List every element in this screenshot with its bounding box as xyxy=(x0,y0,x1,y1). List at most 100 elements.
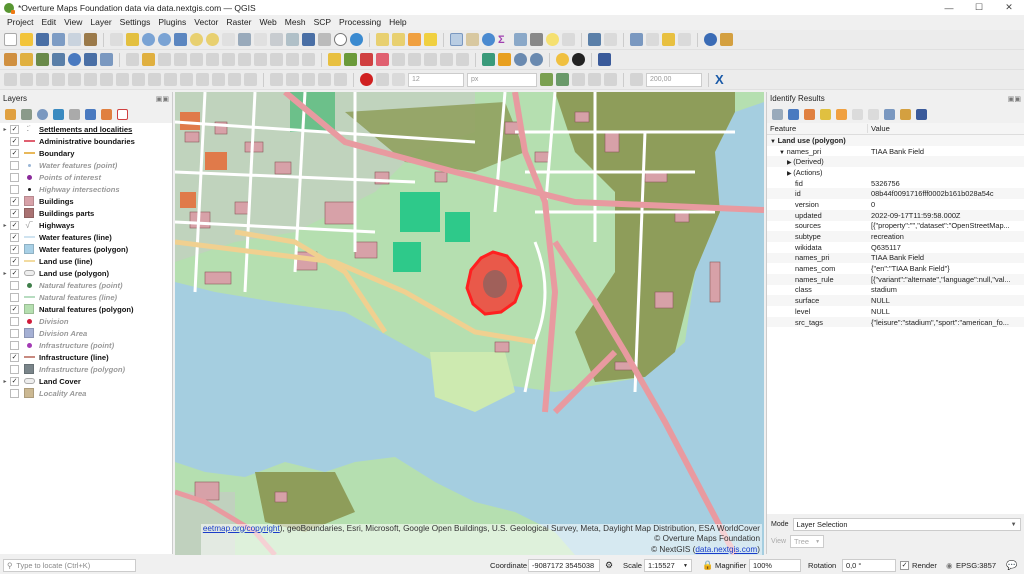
add-group-icon[interactable] xyxy=(21,108,32,120)
merge-attributes-icon[interactable] xyxy=(180,73,193,86)
collapse-all-icon[interactable] xyxy=(101,108,112,120)
locator-search-input[interactable]: ⚲ Type to locate (Ctrl+K) xyxy=(3,559,136,572)
attribute-row[interactable]: level NULL xyxy=(767,306,1024,317)
python-console-icon[interactable] xyxy=(556,53,569,66)
globe-icon[interactable] xyxy=(572,53,585,66)
diagram-tool-icon[interactable] xyxy=(424,53,437,66)
attribute-row[interactable]: names_rule [{"variant":"alternate","langu… xyxy=(767,273,1024,285)
show-labels-icon[interactable] xyxy=(360,53,373,66)
new-spatialite-icon[interactable] xyxy=(52,53,65,66)
snapping-tolerance-input[interactable]: 12 xyxy=(408,72,464,87)
attribute-row[interactable]: names_pri TIAA Bank Field xyxy=(767,252,1024,264)
identify-layer-row[interactable]: ▼ Land use (polygon) xyxy=(767,135,1024,146)
layer-visibility-checkbox[interactable] xyxy=(10,280,19,290)
remove-layer-icon[interactable] xyxy=(117,108,128,120)
menu-settings[interactable]: Settings xyxy=(116,17,155,27)
scp-input-icon[interactable] xyxy=(662,33,675,46)
attribute-row[interactable]: version 0 xyxy=(767,199,1024,210)
info-icon[interactable] xyxy=(704,33,717,46)
layer-item[interactable]: ▸ ✓ Land use (polygon) xyxy=(0,267,172,279)
select-by-value-icon[interactable] xyxy=(392,33,405,46)
reshape-icon[interactable] xyxy=(100,73,113,86)
split-parts-icon[interactable] xyxy=(148,73,161,86)
layer-visibility-checkbox[interactable]: ✓ xyxy=(10,244,19,254)
expand-arrow-icon[interactable]: ▸ xyxy=(0,378,10,385)
minimize-button[interactable]: — xyxy=(934,0,964,15)
menu-scp[interactable]: SCP xyxy=(310,17,335,27)
avoid-overlap-icon[interactable] xyxy=(588,73,601,86)
menu-raster[interactable]: Raster xyxy=(222,17,255,27)
circle-icon[interactable] xyxy=(286,73,299,86)
layer-visibility-checkbox[interactable]: ✓ xyxy=(10,148,19,158)
open-project-icon[interactable] xyxy=(20,33,33,46)
snap-intersection-icon[interactable] xyxy=(556,73,569,86)
identify-features-icon[interactable] xyxy=(450,33,463,46)
menu-edit[interactable]: Edit xyxy=(37,17,60,27)
layer-visibility-checkbox[interactable] xyxy=(10,184,19,194)
deselect-icon[interactable] xyxy=(408,33,421,46)
menu-web[interactable]: Web xyxy=(255,17,280,27)
panel-float-close-icon[interactable]: ▣▣ xyxy=(156,95,169,103)
save-edits-icon[interactable] xyxy=(158,53,171,66)
shape-digitize-icon[interactable] xyxy=(270,73,283,86)
wms-icon[interactable] xyxy=(514,53,527,66)
rotate-label-icon[interactable] xyxy=(392,53,405,66)
identify-feature-row[interactable]: ▼ names_pri TIAA Bank Field xyxy=(767,146,1024,157)
paste-features-icon[interactable] xyxy=(270,53,283,66)
expand-arrow-icon[interactable]: ▸ xyxy=(0,222,10,229)
layer-item[interactable]: ▸ ✓ √‾ Highways xyxy=(0,219,172,231)
layer-item[interactable]: ✓ Buildings xyxy=(0,195,172,207)
split-features-icon[interactable] xyxy=(132,73,145,86)
layer-item[interactable]: ✓ Buildings parts xyxy=(0,207,172,219)
add-ring-icon[interactable] xyxy=(20,73,33,86)
layer-visibility-checkbox[interactable]: ✓ xyxy=(10,196,19,206)
current-edits-icon[interactable] xyxy=(126,53,139,66)
new-temp-layer-icon[interactable] xyxy=(68,53,81,66)
layer-item[interactable]: ✓ Water features (polygon) xyxy=(0,243,172,255)
zoom-to-selection-icon[interactable] xyxy=(190,33,203,46)
attribute-table-icon[interactable] xyxy=(466,33,479,46)
pin-labels-icon[interactable] xyxy=(344,53,357,66)
magnifier-input[interactable]: 100% xyxy=(749,559,801,572)
open-styling-icon[interactable] xyxy=(5,108,16,120)
wfs-icon[interactable] xyxy=(530,53,543,66)
offset-curve-icon[interactable] xyxy=(116,73,129,86)
layer-visibility-checkbox[interactable]: ✓ xyxy=(10,304,19,314)
collapse-arrow-icon[interactable]: ▼ xyxy=(770,139,778,145)
collapse-all-icon[interactable] xyxy=(804,108,815,120)
layer-item[interactable]: Division Area xyxy=(0,327,172,339)
layer-visibility-checkbox[interactable]: ✓ xyxy=(10,376,19,386)
snapping-magnet-icon[interactable] xyxy=(360,73,373,86)
view-select[interactable]: Tree ▼ xyxy=(790,535,825,548)
close-button[interactable]: ✕ xyxy=(994,0,1024,15)
layer-visibility-checkbox[interactable]: ✓ xyxy=(10,232,19,242)
expand-arrow-icon[interactable]: ▸ xyxy=(0,270,10,277)
digitize-icon[interactable] xyxy=(174,53,187,66)
layer-visibility-checkbox[interactable] xyxy=(10,160,19,170)
layer-item[interactable]: ✓ Administrative boundaries xyxy=(0,135,172,147)
tracing-offset-input[interactable]: 200,00 xyxy=(646,72,702,87)
rotation-input[interactable]: 0,0 ° xyxy=(842,559,896,572)
undo-icon[interactable] xyxy=(286,53,299,66)
nextgis-link[interactable]: data.nextgis.com xyxy=(695,545,757,554)
menu-help[interactable]: Help xyxy=(385,17,410,27)
rotate-symbols-icon[interactable] xyxy=(196,73,209,86)
expand-all-icon[interactable] xyxy=(85,108,96,120)
add-part-icon[interactable] xyxy=(36,73,49,86)
layer-item[interactable]: ▸ ✓ ⁚˙ Settlements and localities xyxy=(0,123,172,135)
scale-select[interactable]: 1:15527 ▼ xyxy=(644,559,692,572)
attribute-row[interactable]: id 08b44f0091716fff0002b161b028a54c xyxy=(767,188,1024,200)
menu-mesh[interactable]: Mesh xyxy=(281,17,310,27)
lock-scale-icon[interactable]: 🔒 xyxy=(702,560,713,571)
menu-view[interactable]: View xyxy=(60,17,86,27)
plugin-tool-icon[interactable] xyxy=(720,33,733,46)
layer-item[interactable]: Highway intersections xyxy=(0,183,172,195)
manage-visibility-icon[interactable] xyxy=(37,108,48,120)
label-properties-icon[interactable] xyxy=(440,53,453,66)
self-snapping-icon[interactable] xyxy=(572,73,585,86)
select-features-icon[interactable] xyxy=(376,33,389,46)
data-source-manager-icon[interactable] xyxy=(4,53,17,66)
layer-item[interactable]: ✓ Water features (line) xyxy=(0,231,172,243)
modify-attributes-icon[interactable] xyxy=(206,53,219,66)
georeferencer-icon[interactable] xyxy=(588,33,601,46)
